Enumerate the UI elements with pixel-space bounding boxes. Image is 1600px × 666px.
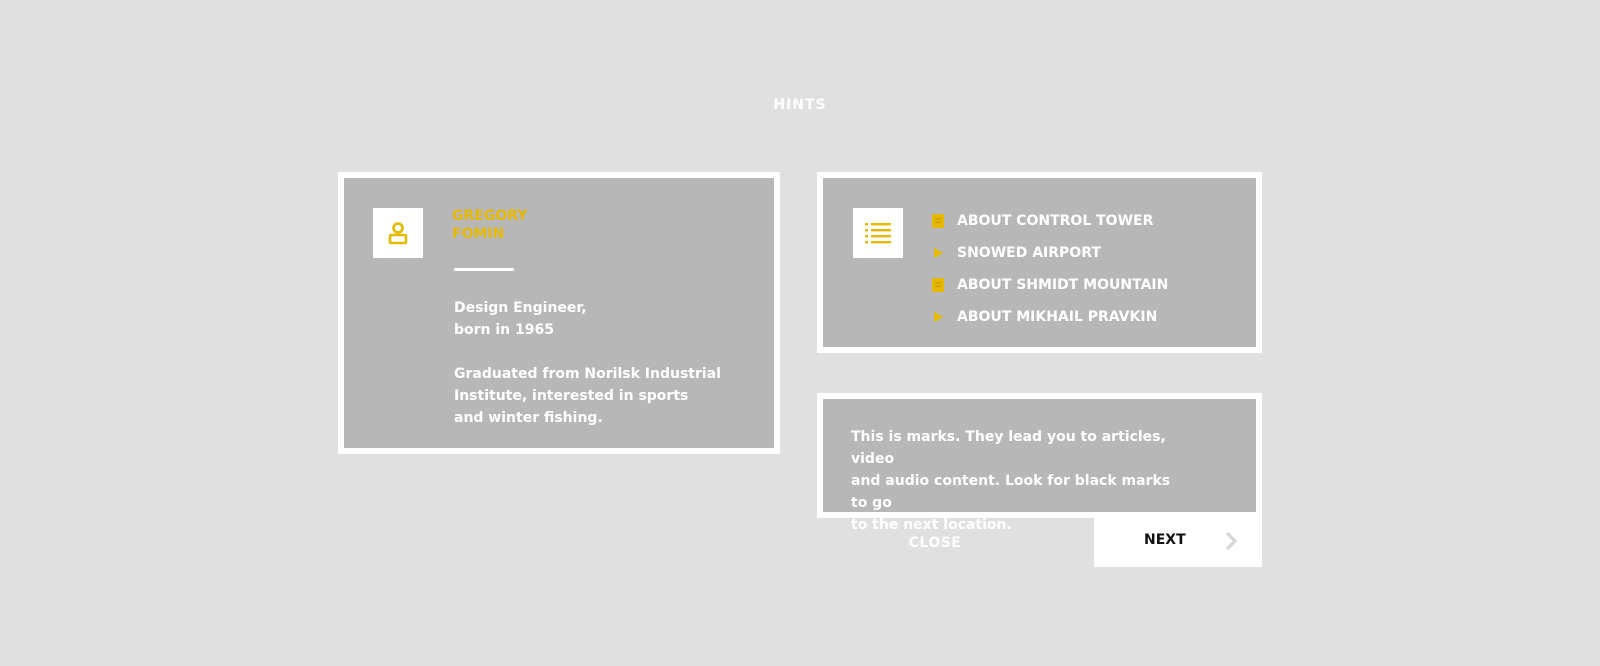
topic-label: ABOUT CONTROL TOWER (957, 213, 1154, 229)
person-bio-line: Institute, interested in sports (454, 388, 689, 404)
person-bio-line: Graduated from Norilsk Industrial (454, 366, 721, 382)
next-button[interactable]: NEXT (1094, 513, 1262, 567)
article-icon (931, 278, 945, 292)
next-button-label: NEXT (1144, 532, 1186, 548)
topic-item-mikhail-pravkin[interactable]: ABOUT MIKHAIL PRAVKIN (931, 301, 1168, 333)
topic-list: ABOUT CONTROL TOWER SNOWED AIRPORT ABOUT… (931, 205, 1168, 333)
person-card: GREGORY FOMIN Design Engineer, born in 1… (338, 172, 780, 454)
divider (454, 268, 514, 271)
page-title: HINTS (773, 97, 827, 113)
chevron-right-icon (1224, 531, 1238, 555)
article-icon (931, 214, 945, 228)
topic-label: SNOWED AIRPORT (957, 245, 1101, 261)
hint-line: and audio content. Look for black marks … (851, 473, 1171, 511)
person-role-line: born in 1965 (454, 322, 554, 338)
person-name: GREGORY FOMIN (452, 207, 527, 243)
topic-item-control-tower[interactable]: ABOUT CONTROL TOWER (931, 205, 1168, 237)
person-bio: Graduated from Norilsk Industrial Instit… (454, 363, 754, 429)
topic-item-shmidt-mountain[interactable]: ABOUT SHMIDT MOUNTAIN (931, 269, 1168, 301)
topic-label: ABOUT SHMIDT MOUNTAIN (957, 277, 1169, 293)
topic-item-snowed-airport[interactable]: SNOWED AIRPORT (931, 237, 1168, 269)
person-role-line: Design Engineer, (454, 300, 587, 316)
topics-card: ABOUT CONTROL TOWER SNOWED AIRPORT ABOUT… (817, 172, 1262, 353)
person-name-line: FOMIN (452, 226, 505, 242)
play-icon (931, 246, 945, 260)
person-bio-line: and winter fishing. (454, 410, 603, 426)
topic-label: ABOUT MIKHAIL PRAVKIN (957, 309, 1158, 325)
user-icon (373, 208, 423, 258)
list-icon (853, 208, 903, 258)
hint-line: This is marks. They lead you to articles… (851, 429, 1166, 467)
play-icon (931, 310, 945, 324)
person-description: Design Engineer, born in 1965 Graduated … (454, 297, 754, 451)
person-name-line: GREGORY (452, 208, 528, 224)
person-role: Design Engineer, born in 1965 (454, 297, 754, 341)
close-button[interactable]: CLOSE (817, 518, 1093, 568)
hint-card: This is marks. They lead you to articles… (817, 393, 1262, 533)
